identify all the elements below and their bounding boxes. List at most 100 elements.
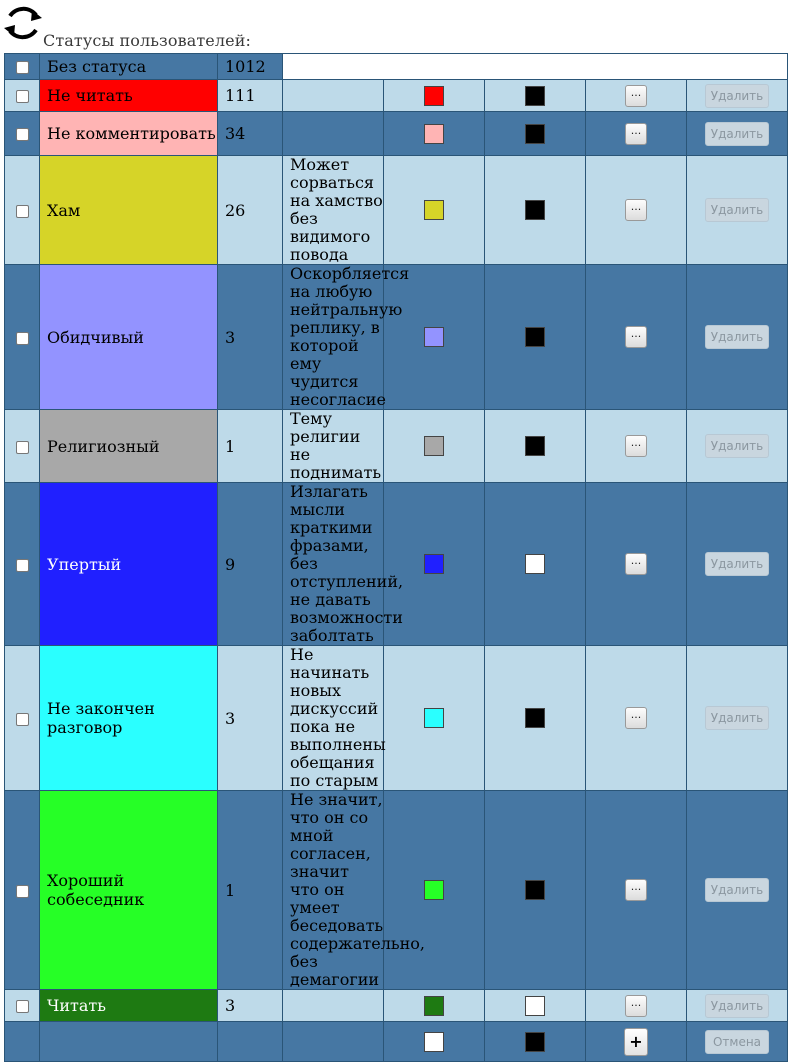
delete-button[interactable]: Удалить: [705, 434, 769, 458]
delete-cell: Удалить: [686, 989, 788, 1022]
edit-cell: ...: [585, 79, 687, 112]
status-count: 1: [217, 790, 283, 990]
cancel-cell: Отмена: [686, 1021, 788, 1062]
background-color-swatch[interactable]: [424, 708, 444, 729]
text-color-swatch[interactable]: [525, 436, 545, 457]
edit-button[interactable]: ...: [625, 326, 647, 348]
text-color-swatch[interactable]: [525, 708, 545, 729]
background-color-swatch[interactable]: [424, 123, 444, 144]
status-count: 111: [217, 79, 283, 112]
delete-button[interactable]: Удалить: [705, 198, 769, 222]
row-checkbox[interactable]: [15, 712, 29, 726]
delete-cell: Удалить: [686, 155, 788, 265]
delete-button[interactable]: Удалить: [705, 83, 769, 108]
status-name: Упертый: [39, 482, 218, 646]
background-color-swatch[interactable]: [424, 554, 444, 575]
background-color-swatch[interactable]: [424, 436, 444, 457]
row-checkbox[interactable]: [15, 884, 29, 898]
edit-cell: ...: [585, 790, 687, 990]
page-caption: Статусы пользователей:: [43, 31, 251, 50]
status-row: Упертый 9 Излагать мысли краткими фразами,…: [4, 482, 788, 646]
row-select-cell: [4, 482, 40, 646]
new-background-color-swatch[interactable]: [424, 1031, 444, 1052]
delete-button[interactable]: Удалить: [705, 706, 769, 730]
status-name: Читать: [39, 989, 218, 1022]
refresh-icon[interactable]: [2, 2, 44, 44]
delete-cell: Удалить: [686, 79, 788, 112]
edit-button[interactable]: ...: [625, 199, 647, 221]
status-count: 3: [217, 645, 283, 791]
row-checkbox[interactable]: [15, 558, 29, 572]
bg-color-cell: [383, 111, 485, 156]
bg-color-cell: [383, 79, 485, 112]
delete-cell: Удалить: [686, 409, 788, 483]
row-select-cell: [4, 409, 40, 483]
edit-cell: ...: [585, 482, 687, 646]
edit-button[interactable]: ...: [625, 84, 647, 107]
bg-color-cell: [383, 989, 485, 1022]
edit-button[interactable]: ...: [625, 707, 647, 729]
status-row: Не читать 111... Удалить: [4, 79, 788, 112]
status-row: Обидчивый 3 Оскорбляется на любую нейтраль…: [4, 264, 788, 410]
background-color-swatch[interactable]: [424, 85, 444, 106]
delete-button[interactable]: Удалить: [705, 325, 769, 349]
delete-button[interactable]: Удалить: [705, 878, 769, 902]
row-select-cell: [4, 790, 40, 990]
row-checkbox[interactable]: [15, 204, 29, 218]
background-color-swatch[interactable]: [424, 880, 444, 901]
status-count: 3: [217, 989, 283, 1022]
empty-cell: [217, 1021, 283, 1062]
delete-button[interactable]: Удалить: [705, 993, 769, 1018]
bg-color-cell: [383, 155, 485, 265]
status-description: [282, 111, 384, 156]
status-row: Хороший собеседник 1 Не значит, что он со …: [4, 790, 788, 990]
edit-button[interactable]: ...: [625, 435, 647, 457]
delete-cell: Удалить: [686, 482, 788, 646]
row-checkbox[interactable]: [15, 331, 29, 345]
new-status-name-cell[interactable]: [39, 1021, 218, 1062]
row-checkbox[interactable]: [15, 128, 29, 141]
edit-button[interactable]: ...: [625, 879, 647, 901]
empty-cell: [282, 53, 788, 80]
delete-button[interactable]: Удалить: [705, 552, 769, 576]
delete-cell: Удалить: [686, 111, 788, 156]
text-color-swatch[interactable]: [525, 554, 545, 575]
text-color-swatch[interactable]: [525, 123, 545, 144]
background-color-swatch[interactable]: [424, 995, 444, 1016]
bg-color-cell: [383, 409, 485, 483]
edit-button[interactable]: ...: [625, 553, 647, 575]
row-checkbox[interactable]: [15, 61, 29, 74]
row-checkbox[interactable]: [15, 1000, 29, 1013]
status-name: Хам: [39, 155, 218, 265]
text-color-swatch[interactable]: [525, 995, 545, 1016]
add-status-button[interactable]: +: [624, 1027, 648, 1056]
new-status-description-cell[interactable]: [282, 1021, 384, 1062]
text-color-swatch[interactable]: [525, 880, 545, 901]
text-color-cell: [484, 155, 586, 265]
row-select-cell: [4, 989, 40, 1022]
edit-button[interactable]: ...: [625, 994, 647, 1017]
status-name: Не комментировать: [39, 111, 218, 156]
row-select-cell: [4, 155, 40, 265]
new-text-color-swatch[interactable]: [525, 1031, 545, 1052]
edit-cell: ...: [585, 989, 687, 1022]
text-color-swatch[interactable]: [525, 200, 545, 221]
row-checkbox[interactable]: [15, 440, 29, 454]
status-name: Без статуса: [39, 53, 218, 80]
status-count: 34: [217, 111, 283, 156]
status-count: 26: [217, 155, 283, 265]
text-color-cell: [484, 409, 586, 483]
row-select-cell: [4, 79, 40, 112]
bg-color-cell: [383, 1021, 485, 1062]
row-checkbox[interactable]: [15, 90, 29, 103]
cancel-button[interactable]: Отмена: [705, 1029, 769, 1054]
background-color-swatch[interactable]: [424, 200, 444, 221]
delete-button[interactable]: Удалить: [705, 121, 769, 146]
text-color-cell: [484, 111, 586, 156]
edit-button[interactable]: ...: [625, 122, 647, 145]
text-color-cell: [484, 790, 586, 990]
text-color-swatch[interactable]: [525, 327, 545, 348]
edit-cell: ...: [585, 264, 687, 410]
background-color-swatch[interactable]: [424, 327, 444, 348]
text-color-swatch[interactable]: [525, 85, 545, 106]
